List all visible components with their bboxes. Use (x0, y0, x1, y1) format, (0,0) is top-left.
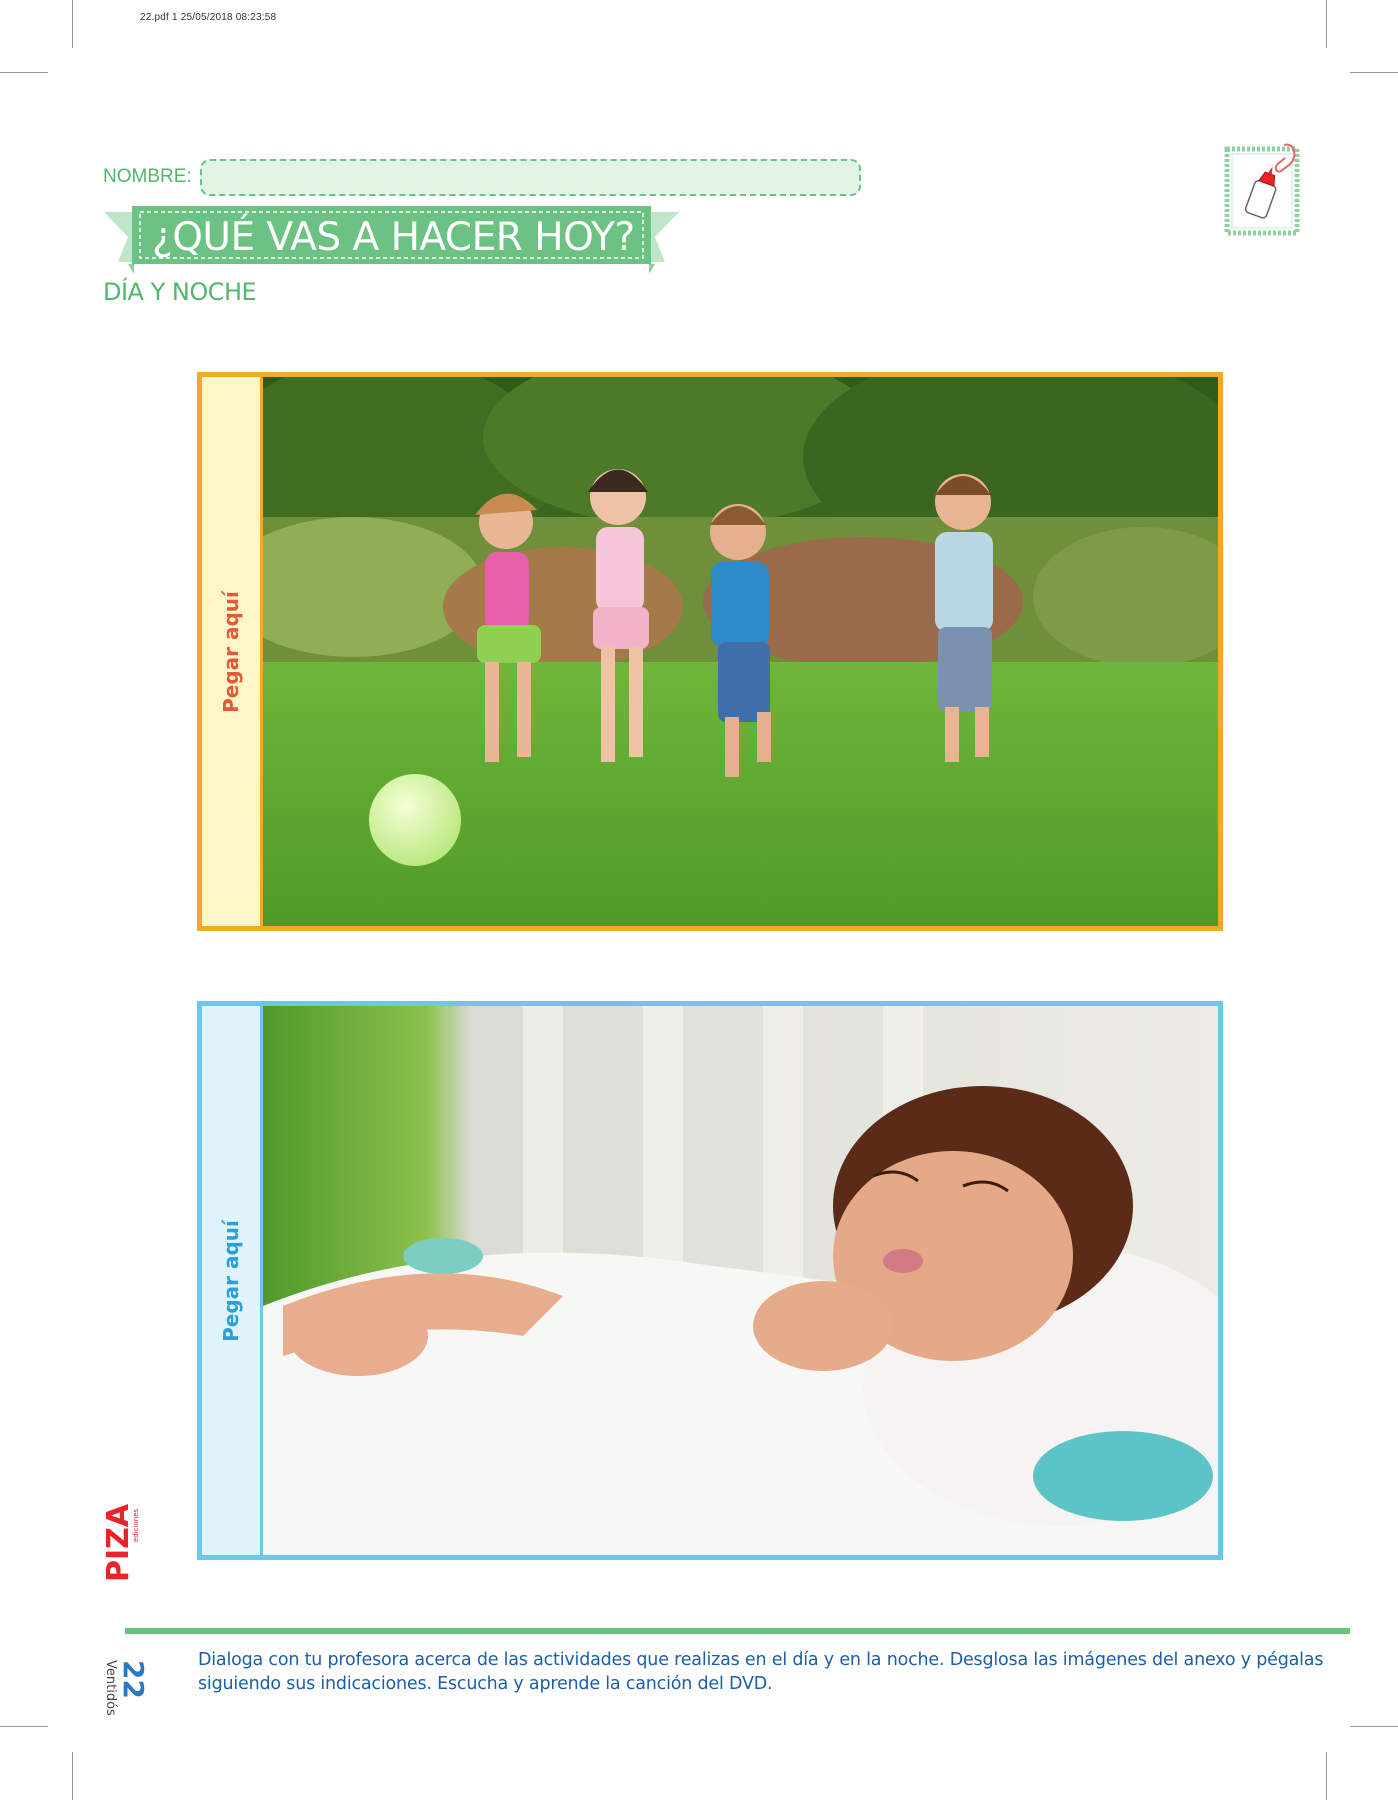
photo-child-sleeping (263, 1006, 1218, 1555)
crop-mark (1350, 72, 1398, 73)
footer-rule (125, 1628, 1350, 1634)
crop-mark (0, 1726, 48, 1727)
photo-children-playing (263, 377, 1218, 926)
print-slug: 22.pdf 1 25/05/2018 08:23:58 (140, 12, 277, 23)
children-playing-illustration (263, 377, 1218, 926)
page-title: ¿QUÉ VAS A HACER HOY? (152, 215, 635, 260)
page-word: Ventidós (103, 1660, 118, 1716)
glue-bottle-icon (1224, 143, 1300, 236)
paste-frame-night: Pegar aquí (197, 1001, 1223, 1560)
paste-here-label: Pegar aquí (202, 1006, 260, 1555)
page-subtitle: DÍA Y NOCHE (103, 278, 257, 306)
paste-here-text: Pegar aquí (219, 1219, 243, 1342)
crop-mark (1326, 1752, 1327, 1800)
paste-frame-day: Pegar aquí (197, 372, 1223, 931)
logo-brand: PIZA (101, 1503, 136, 1582)
child-sleeping-illustration (263, 1006, 1218, 1555)
editorial-logo: PIZA ediciones (101, 1503, 140, 1582)
crop-mark (0, 72, 48, 73)
page-number: 22 (117, 1660, 150, 1699)
crop-mark (1350, 1726, 1398, 1727)
crop-mark (72, 0, 73, 48)
crop-mark (1326, 0, 1327, 48)
logo-tagline: ediciones (132, 1508, 140, 1542)
page-number-block: 22 Ventidós (103, 1660, 150, 1716)
name-label: NOMBRE: (103, 166, 192, 187)
paste-here-text: Pegar aquí (219, 590, 243, 713)
name-field[interactable] (200, 159, 861, 196)
paste-here-label: Pegar aquí (202, 377, 260, 926)
activity-instructions: Dialoga con tu profesora acerca de las a… (198, 1650, 1324, 1694)
crop-mark (72, 1752, 73, 1800)
